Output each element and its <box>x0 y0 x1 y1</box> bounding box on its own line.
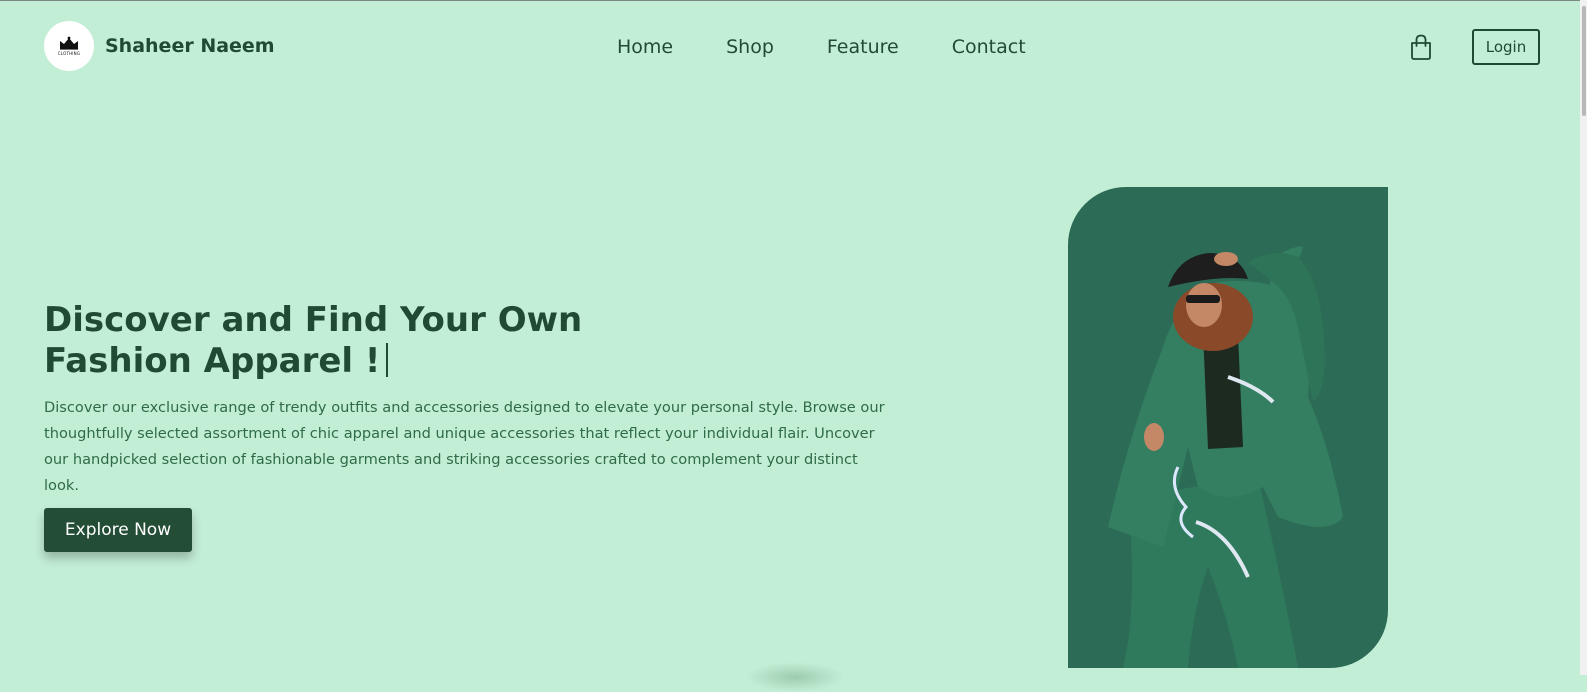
scrollbar[interactable] <box>1580 0 1587 675</box>
navbar: CLOTHING Shaheer Naeem Home Shop Feature… <box>0 1 1580 93</box>
fashion-model-image <box>1108 246 1343 668</box>
logo-text: CLOTHING <box>57 51 81 56</box>
crown-logo-icon <box>60 36 78 50</box>
nav-link-feature[interactable]: Feature <box>827 35 899 59</box>
hero-title-line2: Fashion Apparel ! <box>44 341 381 381</box>
shopping-bag-icon[interactable] <box>1409 34 1433 60</box>
brand-name: Shaheer Naeem <box>105 35 275 57</box>
explore-now-button[interactable]: Explore Now <box>44 508 192 552</box>
scrollbar-thumb[interactable] <box>1582 6 1586 116</box>
brand-logo: CLOTHING <box>44 21 94 71</box>
nav-link-shop[interactable]: Shop <box>726 35 774 59</box>
hero-title-line1: Discover and Find Your Own <box>44 300 583 340</box>
nav-link-contact[interactable]: Contact <box>952 35 1026 59</box>
nav-link-home[interactable]: Home <box>617 35 673 59</box>
decorative-glow <box>745 662 845 692</box>
hero-description: Discover our exclusive range of trendy o… <box>44 399 885 494</box>
hero-image-card <box>1068 187 1388 668</box>
nav-links: Home Shop Feature Contact <box>617 35 1079 59</box>
login-button[interactable]: Login <box>1472 29 1540 65</box>
hero-title: Discover and Find Your Own Fashion Appar… <box>44 300 604 382</box>
typing-cursor <box>386 343 389 377</box>
brand[interactable]: CLOTHING Shaheer Naeem <box>44 21 275 71</box>
